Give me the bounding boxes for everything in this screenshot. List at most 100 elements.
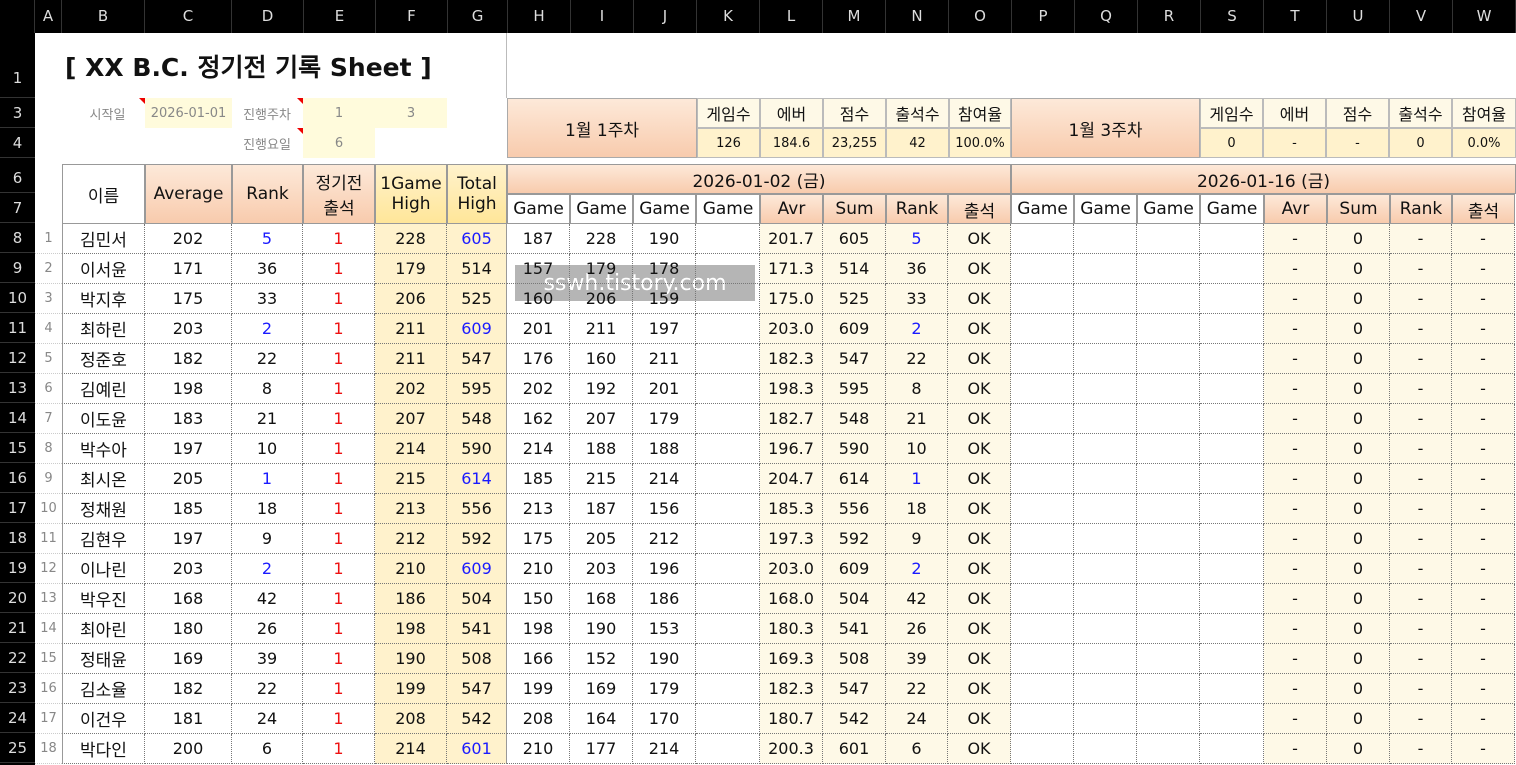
week2-cell-ok[interactable]: -: [1452, 434, 1515, 464]
week2-cell-game4[interactable]: [1200, 254, 1264, 284]
week1-cell-ok[interactable]: OK: [948, 644, 1011, 674]
week2-cell-rank[interactable]: -: [1390, 434, 1452, 464]
week1-cell-wrank[interactable]: 22: [886, 674, 948, 704]
column-header-U[interactable]: U: [1327, 0, 1390, 33]
week1-cell-g2[interactable]: 164: [570, 704, 633, 734]
column-header-Q[interactable]: Q: [1075, 0, 1138, 33]
week1-cell-wrank[interactable]: 42: [886, 584, 948, 614]
week1-cell-g1[interactable]: 198: [507, 614, 570, 644]
player-rank[interactable]: 1: [232, 464, 303, 494]
week1-cell-g3[interactable]: 159: [633, 284, 696, 314]
week2-cell-game4[interactable]: [1200, 734, 1264, 764]
player-average[interactable]: 181: [145, 704, 232, 734]
week1-cell-avr[interactable]: 169.3: [760, 644, 823, 674]
week1-cell-wrank[interactable]: 36: [886, 254, 948, 284]
select-all-corner[interactable]: [0, 0, 35, 33]
column-header-N[interactable]: N: [886, 0, 949, 33]
week2-cell-sum[interactable]: 0: [1327, 314, 1390, 344]
player-total-high[interactable]: 609: [447, 554, 507, 584]
player-name[interactable]: 김예린: [62, 374, 145, 404]
player-average[interactable]: 200: [145, 734, 232, 764]
week2-cell-sum[interactable]: 0: [1327, 254, 1390, 284]
week2-cell-game1[interactable]: [1011, 254, 1074, 284]
week1-cell-ok[interactable]: OK: [948, 734, 1011, 764]
player-rank[interactable]: 26: [232, 614, 303, 644]
player-attendance[interactable]: 1: [303, 254, 375, 284]
week2-cell-sum[interactable]: 0: [1327, 224, 1390, 254]
week2-cell-avr[interactable]: -: [1264, 494, 1327, 524]
week1-cell-sum[interactable]: 542: [823, 704, 886, 734]
week1-cell-game4[interactable]: [696, 284, 760, 314]
player-attendance[interactable]: 1: [303, 674, 375, 704]
player-attendance[interactable]: 1: [303, 554, 375, 584]
week2-cell-game4[interactable]: [1200, 494, 1264, 524]
player-average[interactable]: 169: [145, 644, 232, 674]
week1-cell-g1[interactable]: 208: [507, 704, 570, 734]
player-average[interactable]: 175: [145, 284, 232, 314]
column-header-P[interactable]: P: [1012, 0, 1075, 33]
week1-cell-avr[interactable]: 198.3: [760, 374, 823, 404]
player-attendance[interactable]: 1: [303, 404, 375, 434]
week2-cell-sum[interactable]: 0: [1327, 674, 1390, 704]
week1-cell-wrank[interactable]: 1: [886, 464, 948, 494]
player-total-high[interactable]: 605: [447, 224, 507, 254]
player-total-high[interactable]: 590: [447, 434, 507, 464]
week1-cell-avr[interactable]: 171.3: [760, 254, 823, 284]
player-attendance[interactable]: 1: [303, 704, 375, 734]
player-rank[interactable]: 21: [232, 404, 303, 434]
week2-cell-game2[interactable]: [1074, 584, 1137, 614]
player-rank[interactable]: 9: [232, 524, 303, 554]
week1-cell-wrank[interactable]: 8: [886, 374, 948, 404]
row-header-16[interactable]: 16: [0, 463, 35, 493]
player-name[interactable]: 김소율: [62, 674, 145, 704]
week2-cell-avr[interactable]: -: [1264, 734, 1327, 764]
column-header-K[interactable]: K: [697, 0, 760, 33]
week1-cell-avr[interactable]: 185.3: [760, 494, 823, 524]
week2-cell-avr[interactable]: -: [1264, 284, 1327, 314]
week2-cell-game2[interactable]: [1074, 434, 1137, 464]
week2-cell-game2[interactable]: [1074, 674, 1137, 704]
row-header-11[interactable]: 11: [0, 313, 35, 343]
week1-cell-g1[interactable]: 150: [507, 584, 570, 614]
week2-cell-ok[interactable]: -: [1452, 524, 1515, 554]
week1-cell-wrank[interactable]: 39: [886, 644, 948, 674]
player-attendance[interactable]: 1: [303, 374, 375, 404]
player-average[interactable]: 182: [145, 674, 232, 704]
column-header-V[interactable]: V: [1390, 0, 1453, 33]
week2-cell-ok[interactable]: -: [1452, 404, 1515, 434]
week1-cell-avr[interactable]: 180.3: [760, 614, 823, 644]
week1-cell-avr[interactable]: 201.7: [760, 224, 823, 254]
week2-cell-avr[interactable]: -: [1264, 704, 1327, 734]
week2-cell-game2[interactable]: [1074, 554, 1137, 584]
row-header-12[interactable]: 12: [0, 343, 35, 373]
week1-cell-g2[interactable]: 215: [570, 464, 633, 494]
week1-cell-sum[interactable]: 508: [823, 644, 886, 674]
player-total-high[interactable]: 548: [447, 404, 507, 434]
week1-cell-g3[interactable]: 197: [633, 314, 696, 344]
week1-cell-sum[interactable]: 547: [823, 674, 886, 704]
week1-cell-game4[interactable]: [696, 464, 760, 494]
week2-cell-ok[interactable]: -: [1452, 254, 1515, 284]
week2-cell-game3[interactable]: [1137, 434, 1200, 464]
week2-cell-game4[interactable]: [1200, 554, 1264, 584]
week2-cell-avr[interactable]: -: [1264, 374, 1327, 404]
week2-cell-game4[interactable]: [1200, 464, 1264, 494]
row-header-14[interactable]: 14: [0, 403, 35, 433]
player-total-high[interactable]: 547: [447, 344, 507, 374]
column-header-G[interactable]: G: [448, 0, 508, 33]
week1-cell-sum[interactable]: 609: [823, 554, 886, 584]
week2-cell-game2[interactable]: [1074, 224, 1137, 254]
week1-cell-g2[interactable]: 187: [570, 494, 633, 524]
player-total-high[interactable]: 514: [447, 254, 507, 284]
column-header-M[interactable]: M: [823, 0, 886, 33]
week2-cell-rank[interactable]: -: [1390, 314, 1452, 344]
week2-cell-game3[interactable]: [1137, 734, 1200, 764]
week2-cell-game4[interactable]: [1200, 314, 1264, 344]
week2-cell-game3[interactable]: [1137, 404, 1200, 434]
week1-cell-g2[interactable]: 169: [570, 674, 633, 704]
week1-cell-wrank[interactable]: 18: [886, 494, 948, 524]
week1-cell-g3[interactable]: 156: [633, 494, 696, 524]
week1-cell-wrank[interactable]: 21: [886, 404, 948, 434]
week2-cell-sum[interactable]: 0: [1327, 704, 1390, 734]
week2-cell-game4[interactable]: [1200, 404, 1264, 434]
